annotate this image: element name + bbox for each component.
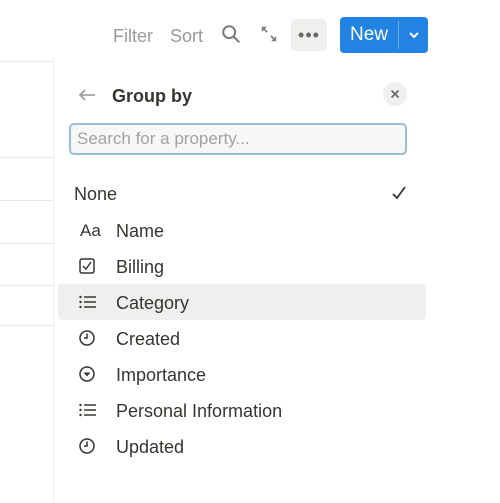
group-option-personal-information[interactable]: Personal Information [58, 392, 426, 428]
group-by-panel: Group by None Aa Name Billing Category [54, 60, 428, 503]
new-dropdown-button[interactable] [399, 17, 428, 53]
property-search-input[interactable] [71, 125, 405, 153]
panel-title: Group by [112, 86, 192, 106]
checkmark-icon [390, 184, 408, 202]
table-row-line [0, 243, 56, 244]
property-search-field [69, 123, 407, 155]
list-icon [78, 293, 98, 313]
select-icon [78, 365, 98, 385]
group-option-created[interactable]: Created [58, 320, 426, 356]
option-label: Created [116, 329, 181, 349]
new-button[interactable]: New [340, 17, 398, 53]
search-icon[interactable] [220, 23, 244, 47]
option-label: Name [116, 221, 165, 241]
group-option-none[interactable]: None [54, 177, 428, 213]
table-row-line [0, 157, 56, 158]
chevron-down-icon [408, 32, 419, 39]
option-label: Category [116, 293, 190, 313]
clock-icon [78, 329, 98, 349]
clock-icon [78, 437, 98, 457]
back-arrow-icon[interactable] [76, 84, 98, 106]
more-icon: ••• [298, 24, 320, 45]
expand-icon[interactable] [258, 23, 282, 47]
more-options-button[interactable]: ••• [291, 19, 327, 51]
table-row-line [0, 285, 56, 286]
table-divider [0, 61, 56, 62]
option-label: Importance [116, 365, 207, 385]
sort-button[interactable]: Sort [170, 25, 203, 47]
checkbox-icon [78, 257, 98, 277]
option-label: Billing [116, 257, 165, 277]
property-options-list: Aa Name Billing Category Created Importa… [54, 212, 428, 464]
close-icon[interactable] [383, 82, 407, 106]
table-row-line [0, 325, 56, 326]
group-option-name[interactable]: Aa Name [58, 212, 426, 248]
new-button-group: New [340, 17, 428, 53]
option-label: Updated [116, 437, 185, 457]
filter-button[interactable]: Filter [113, 25, 153, 47]
list-icon [78, 401, 98, 421]
group-option-category[interactable]: Category [58, 284, 426, 320]
group-option-updated[interactable]: Updated [58, 428, 426, 464]
option-label: None [74, 184, 118, 204]
table-row-line [0, 200, 56, 201]
panel-header: Group by [54, 80, 428, 110]
group-option-billing[interactable]: Billing [58, 248, 426, 284]
option-label: Personal Information [116, 401, 283, 421]
text-aa-icon: Aa [80, 221, 101, 240]
group-option-importance[interactable]: Importance [58, 356, 426, 392]
